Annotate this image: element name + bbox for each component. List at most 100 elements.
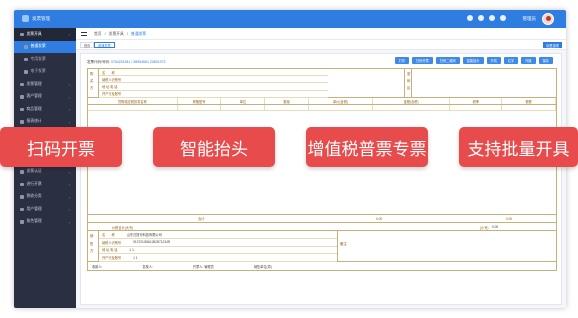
sidebar-item[interactable]: 角色管理 › [14, 216, 76, 229]
table-cell[interactable] [450, 105, 503, 110]
seller-field[interactable]: 纳税人识别号 913701008A1B2B71234R [99, 239, 337, 247]
sidebar-item[interactable]: 客户管理 › [14, 91, 76, 104]
tab-normal-invoice[interactable]: 普通发票 [94, 42, 115, 48]
sidebar-item[interactable]: 用户管理 › [14, 203, 76, 216]
invoice-info: 发票代码/号码: 0764231541 / 58954561 20801973 [87, 60, 166, 64]
invoice-panel: 发票代码/号码: 0764231541 / 58954561 20801973 … [80, 53, 562, 305]
toolbar-button[interactable]: 智能抬头 [462, 57, 484, 64]
table-cell[interactable] [309, 105, 373, 110]
seller-field-label: 地 址 电 话 [102, 248, 118, 253]
amount-words-row: 价税合计(大写) (小写) 0.00 [88, 223, 556, 231]
seller-field-value: 1 1 [133, 255, 138, 260]
seller-field[interactable]: 地 址 电 话 1 1 [99, 247, 337, 255]
tab-bar: 首页 普通发票 标签选项 [76, 40, 566, 50]
lock-icon[interactable] [489, 15, 495, 21]
tab-options-button[interactable]: 标签选项 [543, 42, 562, 48]
app-logo-icon [22, 15, 29, 22]
sidebar-item-label: 发票管理 [26, 81, 42, 86]
seller-field-label: 纳税人识别号 [102, 240, 122, 245]
menu-icon [20, 82, 24, 86]
seller-field[interactable]: 名 称 山东日提可科技有限公司 [99, 231, 337, 239]
chevron-icon: › [68, 219, 70, 225]
column-header: 单位 [221, 98, 266, 104]
seller-section: 销售方 名 称 山东日提可科技有限公司 纳税人识别号 913701008A1B2B71… [88, 231, 556, 262]
menu-icon [20, 107, 24, 111]
seller-label: 销售方 [90, 234, 94, 253]
table-cell[interactable] [265, 105, 310, 110]
seller-field[interactable]: 开户行及账号 1 1 [99, 254, 337, 262]
invoice-code: 0764231541 / 58954561 [110, 60, 149, 64]
cloud-icon[interactable] [467, 15, 473, 21]
buyer-field[interactable]: 开户行及账号 [99, 91, 328, 98]
menu-icon [24, 45, 28, 49]
breadcrumb-section[interactable]: 发票开具 [109, 32, 124, 37]
toolbar-button[interactable]: 作废 [521, 57, 536, 64]
app-name: 发票管理 [32, 16, 50, 21]
menu-toggle-icon[interactable] [81, 32, 87, 36]
sidebar-item-label: 进行开票 [26, 181, 42, 186]
toolbar-button[interactable]: 扫码开票 [412, 57, 433, 64]
toolbar-button[interactable]: 扫码二维码 [435, 57, 460, 64]
sidebar-item-label: 商品管理 [26, 106, 42, 111]
table-cell[interactable] [178, 105, 222, 110]
table-cell[interactable] [88, 105, 178, 110]
toolbar-button[interactable]: 开具 [486, 57, 501, 64]
chevron-icon: › [68, 169, 70, 175]
table-row[interactable] [88, 105, 556, 111]
seller-field-value: 913701008A1B2B71234R [133, 240, 171, 245]
column-header: 单价(含税) [309, 98, 373, 104]
feature-vat-invoice: 增值税普票专票 [306, 127, 428, 167]
sidebar-item[interactable]: 商品管理 › [14, 103, 76, 116]
drawer-label: 开票人: 管理员 [192, 264, 214, 269]
items-header: 货物或应税劳务名称 规格型号 单位 数量 单价(含税) 金额(含税) 税率 税额 [88, 98, 556, 105]
sidebar-item-label: 电子发票 [30, 69, 46, 74]
toolbar-button[interactable]: 保存 [538, 57, 553, 64]
chevron-icon: › [68, 32, 70, 37]
seller-field-label: 名 称 [102, 232, 115, 237]
sidebar-item[interactable]: 发票认证 › [14, 166, 76, 179]
sidebar-item[interactable]: 发票管理 › [14, 78, 76, 91]
menu-icon [24, 70, 28, 74]
buyer-field[interactable]: 纳税人识别号 [99, 76, 328, 84]
amount-small-value: 0.00 [492, 225, 499, 229]
avatar[interactable] [542, 13, 554, 25]
table-cell[interactable] [221, 105, 266, 110]
sidebar-item[interactable]: 电子发票 [14, 66, 76, 79]
toolbar-button[interactable]: 红字 [503, 57, 519, 64]
user-name[interactable]: 管理员 [523, 16, 537, 22]
table-cell[interactable] [502, 105, 556, 110]
sidebar: 发票开具›普通发票专用发票电子发票发票管理›客户管理›商品管理›报表统计›系统设… [14, 28, 76, 308]
seller-seal-label: 销售单位(章) [253, 264, 272, 269]
menu-icon [20, 95, 24, 99]
notification-icon[interactable] [478, 15, 484, 21]
chevron-icon: › [68, 94, 70, 100]
menu-icon [20, 120, 24, 124]
sidebar-item-label: 客户管理 [26, 94, 42, 99]
invoice-grid: 购买方 名 称纳税人识别号地 址 电 话开户行及账号 密码区 货物或应税劳务名称… [87, 68, 557, 271]
seller-field-label: 开户行及账号 [102, 256, 122, 261]
buyer-section: 购买方 名 称纳税人识别号地 址 电 话开户行及账号 密码区 [88, 69, 556, 98]
column-header: 税率 [450, 98, 503, 104]
toolbar-button[interactable]: 打印 [394, 57, 410, 64]
sidebar-item[interactable]: 税收分类 › [14, 191, 76, 204]
column-header: 金额(含税) [373, 98, 451, 104]
sign-row: 收款人: 复核人: 开票人: 管理员 销售单位(章) [88, 262, 556, 270]
chevron-icon: › [68, 194, 70, 200]
amount-words-label: 价税合计(大写) [112, 226, 134, 230]
sidebar-item[interactable]: 普通发票 [14, 40, 76, 53]
buyer-field[interactable]: 地 址 电 话 [99, 83, 328, 91]
buyer-field[interactable]: 名 称 [99, 69, 328, 77]
sidebar-item[interactable]: 专用发票 [14, 53, 76, 66]
column-header: 数量 [265, 98, 310, 104]
chevron-icon: › [68, 119, 70, 125]
feature-batch-issue: 支持批量开具 [459, 127, 578, 167]
chevron-icon: › [68, 207, 70, 212]
breadcrumb-home[interactable]: 首页 [94, 32, 102, 37]
tab-home[interactable]: 首页 [80, 42, 95, 48]
table-cell[interactable] [373, 105, 451, 110]
sidebar-item-label: 角色管理 [26, 219, 42, 224]
seller-field-value: 山东日提可科技有限公司 [126, 232, 162, 237]
settings-icon[interactable] [500, 15, 506, 21]
sidebar-item[interactable]: 发票开具 › [14, 28, 76, 41]
sidebar-item[interactable]: 进行开票 › [14, 178, 76, 191]
